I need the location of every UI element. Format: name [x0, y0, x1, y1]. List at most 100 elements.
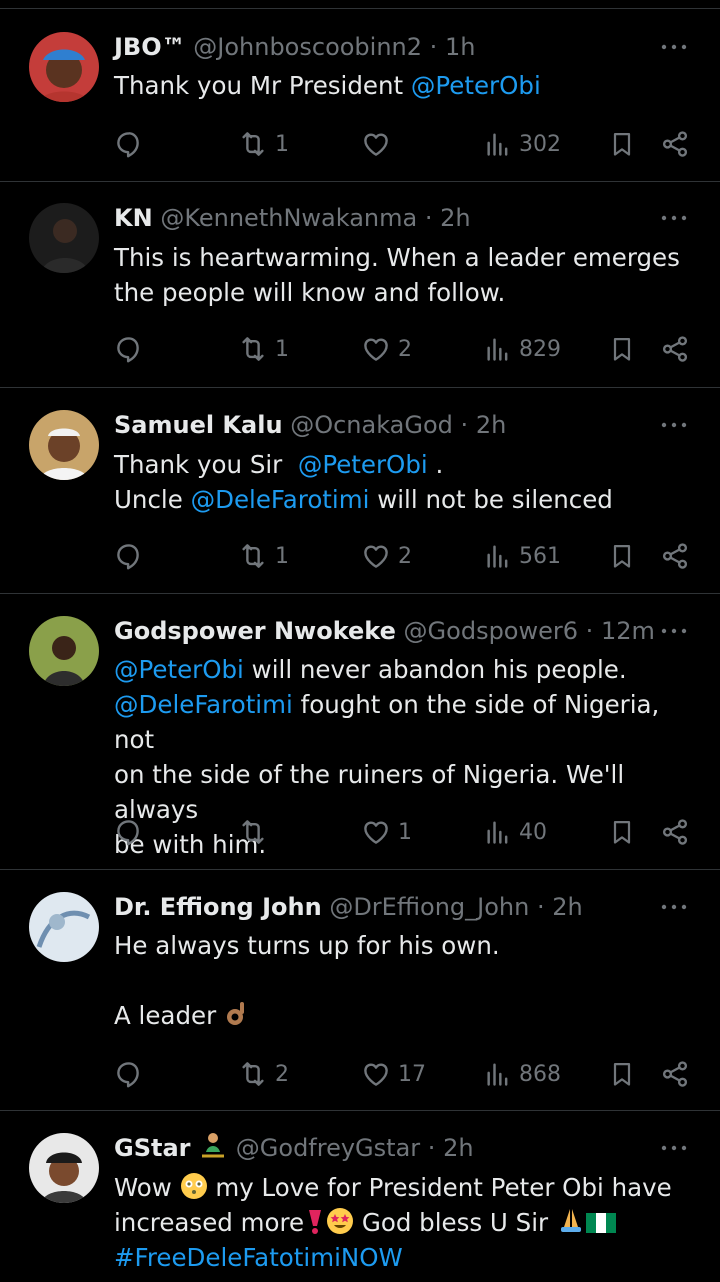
timestamp[interactable]: 2h [476, 411, 506, 439]
views-icon [484, 130, 512, 158]
bookmark-button[interactable] [608, 329, 636, 369]
handle[interactable]: @DrEffiong_John [329, 893, 529, 921]
reply-icon [114, 817, 144, 847]
action-bar: 1 302 [0, 124, 720, 164]
bookmark-icon [608, 1059, 636, 1089]
handle[interactable]: @Johnboscoobinn2 [193, 33, 422, 61]
avatar[interactable] [29, 892, 99, 962]
share-button[interactable] [660, 536, 690, 576]
timestamp[interactable]: 1h [445, 33, 475, 61]
retweet-button[interactable]: 1 [238, 536, 289, 576]
timestamp[interactable]: 2h [552, 893, 582, 921]
separator: · [424, 204, 433, 232]
like-icon [361, 1059, 391, 1089]
tweet-header: GStar @GodfreyGstar · 2h [114, 1129, 650, 1167]
reply-icon [114, 1059, 144, 1089]
share-button[interactable] [660, 329, 690, 369]
reply-icon [114, 541, 144, 571]
like-button[interactable]: 2 [361, 536, 412, 576]
reply-button[interactable] [114, 812, 144, 852]
reply-button[interactable] [114, 329, 144, 369]
retweet-count: 1 [275, 543, 289, 569]
star-struck-emoji-icon [327, 1208, 354, 1234]
separator: · [429, 33, 438, 61]
ok-hand-emoji-icon [226, 1002, 244, 1025]
views-count: 40 [519, 819, 547, 845]
handle[interactable]: @GodfreyGstar [236, 1134, 420, 1162]
avatar[interactable] [29, 32, 99, 102]
folded-hands-emoji-icon [560, 1209, 581, 1232]
like-button[interactable] [361, 124, 391, 164]
display-name[interactable]: JBO™ [114, 33, 186, 61]
more-icon[interactable] [660, 406, 688, 444]
display-name[interactable]: Dr. Effiong John [114, 893, 322, 921]
avatar[interactable] [29, 1133, 99, 1203]
like-button[interactable]: 2 [361, 329, 412, 369]
display-name[interactable]: KN [114, 204, 153, 232]
reply-button[interactable] [114, 1054, 144, 1094]
views-button[interactable]: 40 [484, 812, 547, 852]
tweet-header: JBO™ @Johnboscoobinn2 · 1h [114, 28, 650, 66]
mention-link[interactable]: @DeleFarotimi [114, 690, 293, 719]
timestamp[interactable]: 2h [440, 204, 470, 232]
retweet-count: 2 [275, 1061, 289, 1087]
mention-link[interactable]: @PeterObi [114, 655, 244, 684]
tweet-text: He always turns up for his own. A leader [114, 931, 500, 1030]
views-button[interactable]: 829 [484, 329, 561, 369]
like-button[interactable]: 1 [361, 812, 412, 852]
retweet-button[interactable]: 2 [238, 1054, 289, 1094]
handle[interactable]: @KennethNwakanma [160, 204, 417, 232]
reply-button[interactable] [114, 536, 144, 576]
views-button[interactable]: 561 [484, 536, 561, 576]
retweet-button[interactable]: 1 [238, 124, 289, 164]
separator: · [585, 617, 594, 645]
divider [0, 1110, 720, 1111]
like-button[interactable]: 17 [361, 1054, 426, 1094]
bookmark-button[interactable] [608, 812, 636, 852]
action-bar: 1 2 561 [0, 536, 720, 576]
mention-link[interactable]: @DeleFarotimi [191, 485, 370, 514]
views-count: 868 [519, 1061, 561, 1087]
views-button[interactable]: 868 [484, 1054, 561, 1094]
divider [0, 593, 720, 594]
tweet-text: Thank you Sir @PeterObi . Uncle @DeleFaro… [114, 450, 613, 514]
bookmark-button[interactable] [608, 1054, 636, 1094]
avatar[interactable] [29, 203, 99, 273]
more-icon[interactable] [660, 28, 688, 66]
display-name[interactable]: Samuel Kalu [114, 411, 283, 439]
views-button[interactable]: 302 [484, 124, 561, 164]
retweet-button[interactable] [238, 812, 268, 852]
share-icon [660, 334, 690, 364]
more-icon[interactable] [660, 1129, 688, 1167]
bookmark-button[interactable] [608, 124, 636, 164]
handle[interactable]: @OcnakaGod [290, 411, 453, 439]
views-icon [484, 542, 512, 570]
divider [0, 181, 720, 182]
share-button[interactable] [660, 812, 690, 852]
share-button[interactable] [660, 1054, 690, 1094]
like-icon [361, 817, 391, 847]
display-name[interactable]: Godspower Nwokeke [114, 617, 396, 645]
handle[interactable]: @Godspower6 [404, 617, 578, 645]
avatar[interactable] [29, 410, 99, 480]
reply-button[interactable] [114, 124, 144, 164]
like-icon [361, 334, 391, 364]
timestamp[interactable]: 12m [601, 617, 655, 645]
timestamp[interactable]: 2h [443, 1134, 473, 1162]
avatar[interactable] [29, 616, 99, 686]
retweet-button[interactable]: 1 [238, 329, 289, 369]
display-name[interactable]: GStar [114, 1134, 191, 1162]
bookmark-button[interactable] [608, 536, 636, 576]
hashtag-link[interactable]: #FreeDeleFatotimiNOW [114, 1243, 403, 1272]
share-button[interactable] [660, 124, 690, 164]
more-icon[interactable] [660, 612, 688, 650]
views-icon [484, 1060, 512, 1088]
genie-emoji-icon [202, 1133, 225, 1158]
more-icon[interactable] [660, 888, 688, 926]
mention-link[interactable]: @PeterObi [411, 71, 541, 100]
like-count: 2 [398, 543, 412, 569]
more-icon[interactable] [660, 199, 688, 237]
tweet-header: Godspower Nwokeke @Godspower6 · 12m [114, 612, 655, 650]
mention-link[interactable]: @PeterObi [298, 450, 428, 479]
views-icon [484, 335, 512, 363]
